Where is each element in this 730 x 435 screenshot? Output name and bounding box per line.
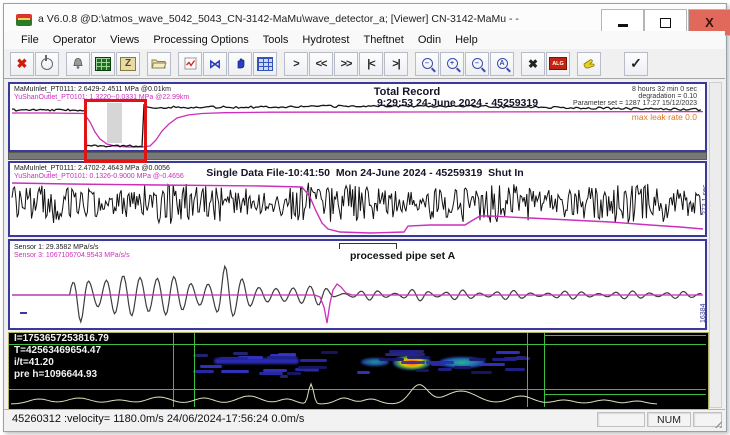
step-forward-button[interactable]: >: [284, 52, 308, 76]
menu-help[interactable]: Help: [448, 34, 485, 46]
point-select-button[interactable]: [577, 52, 601, 76]
spreadsheet-button[interactable]: [91, 52, 115, 76]
expand-button[interactable]: ✖: [521, 52, 545, 76]
first-record-button[interactable]: |<: [359, 52, 383, 76]
pointer-button[interactable]: [228, 52, 252, 76]
zoom-in-icon: +: [447, 58, 458, 69]
p1-series1-label: MaMuInlet_PT0111: 2.6429-2.4511 MPa @0.0…: [14, 86, 171, 94]
table-view-button[interactable]: [253, 52, 277, 76]
pipe-set-annotation: processed pipe set A: [350, 250, 455, 262]
p2-right-axis-label: 273.1 sec: [702, 185, 709, 215]
num-lock-indicator: NUM: [647, 412, 691, 427]
zone-button[interactable]: Z: [116, 52, 140, 76]
zoom-out-button[interactable]: –: [415, 52, 439, 76]
last-record-button[interactable]: >|: [384, 52, 408, 76]
p1-duration: 8 hours 32 min 0 sec: [632, 86, 697, 93]
fast-forward-button[interactable]: >>: [334, 52, 358, 76]
noise-trace: [12, 183, 702, 224]
sensor1-trace: [12, 266, 702, 322]
open-file-button[interactable]: [147, 52, 171, 76]
step-forward-icon: >: [293, 58, 298, 70]
menu-theftnet[interactable]: Theftnet: [356, 34, 410, 46]
p4-value-preh: pre h=1096644.93: [14, 369, 97, 381]
p3-series2-label: Sensor 3: 1067106704.9543 MPa/s/s: [14, 252, 130, 260]
cursor-tick: [20, 312, 27, 314]
zoom-reset-icon: –: [472, 58, 483, 69]
outlet-trace: [12, 183, 703, 233]
window-title: a V6.0.8 @D:\atmos_wave_5042_5043_CN-314…: [38, 13, 519, 25]
algorithm-button[interactable]: ALG: [546, 52, 570, 76]
minimize-icon: [618, 24, 628, 26]
p2-series1-label: MaMuInlet_PT0111: 2.4702-2.4643 MPa @0.0…: [14, 165, 170, 173]
status-cell-empty: [597, 412, 645, 427]
zoom-auto-icon: A: [497, 58, 508, 69]
expand-icon: ✖: [528, 57, 538, 71]
menu-tools[interactable]: Tools: [256, 34, 296, 46]
sensor3-trace: [12, 284, 703, 323]
abort-button[interactable]: ✖: [10, 52, 34, 76]
zoom-reset-button[interactable]: –: [465, 52, 489, 76]
zoom-out-icon: –: [422, 58, 433, 69]
rewind-button[interactable]: <<: [309, 52, 333, 76]
correlation-trace-chart: [9, 333, 706, 407]
vertical-scrollbar[interactable]: [709, 82, 722, 408]
p1-parameter-set: Parameter set = 1287 17:27 15/12/2023: [573, 100, 697, 107]
toolbar: ✖ Z ⋈ > << >> |< >| – + – A ✖ ALG ✓: [4, 49, 725, 79]
p2-series2-label: YuShanOutlet_PT0101: 0.1326-0.9000 MPa @…: [14, 173, 184, 181]
table-icon: [257, 57, 273, 71]
report-button[interactable]: [178, 52, 202, 76]
rewind-icon: <<: [316, 58, 327, 70]
menu-processing-options[interactable]: Processing Options: [146, 34, 255, 46]
first-record-icon: |<: [367, 58, 375, 70]
event-highlight-box: [84, 99, 147, 163]
app-icon: [16, 14, 32, 26]
menu-file[interactable]: File: [14, 34, 46, 46]
menu-bar: File Operator Views Processing Options T…: [4, 31, 725, 49]
pipe-set-bracket: [339, 243, 397, 249]
check-icon: ✓: [630, 55, 642, 72]
p4-value-i: I=1753657253816.79: [14, 333, 109, 345]
yellow-hand-icon: [582, 57, 596, 70]
close-icon: X: [705, 15, 714, 30]
z-icon: Z: [120, 57, 136, 71]
p1-subtitle: 9:29:53 24-June 2024 - 45259319: [355, 97, 560, 109]
p2-title: Single Data File-10:41:50 Mon 24-June 20…: [170, 167, 560, 179]
menu-hydrotest[interactable]: Hydrotest: [295, 34, 356, 46]
p3-series1-label: Sensor 1: 29.3582 MPa/s/s: [14, 244, 98, 252]
menu-views[interactable]: Views: [103, 34, 146, 46]
screenshot-root: a V6.0.8 @D:\atmos_wave_5042_5043_CN-314…: [0, 0, 730, 435]
menu-operator[interactable]: Operator: [46, 34, 103, 46]
p3-right-axis-label: 16384: [700, 304, 707, 323]
status-text: 45260312 :velocity= 1180.0m/s 24/06/2024…: [12, 413, 304, 425]
alg-icon: ALG: [549, 57, 567, 70]
hand-icon: [234, 57, 247, 70]
menu-odin[interactable]: Odin: [411, 34, 448, 46]
zoom-auto-button[interactable]: A: [490, 52, 514, 76]
power-button[interactable]: [35, 52, 59, 76]
folder-icon: [151, 57, 167, 70]
single-data-file-panel[interactable]: MaMuInlet_PT0111: 2.4702-2.4643 MPa @0.0…: [8, 161, 707, 237]
abort-x-icon: ✖: [17, 56, 28, 72]
p1-max-leak-rate: max leak rate 0.0: [632, 114, 697, 121]
report-icon: [184, 57, 197, 70]
spectrogram-panel[interactable]: I=1753657253816.79 T=42563469654.47 i/t=…: [8, 332, 709, 410]
alarm-button[interactable]: [66, 52, 90, 76]
title-bar[interactable]: a V6.0.8 @D:\atmos_wave_5042_5043_CN-314…: [4, 4, 725, 32]
maximize-icon: [660, 18, 671, 28]
power-icon: [41, 58, 53, 70]
sensor-panel[interactable]: Sensor 1: 29.3582 MPa/s/s Sensor 3: 1067…: [8, 239, 707, 330]
green-grid-icon: [95, 57, 111, 71]
last-record-icon: >|: [392, 58, 400, 70]
p1-degradation: degradation = 0.10: [638, 93, 697, 100]
bowtie-icon: ⋈: [209, 57, 221, 71]
confirm-button[interactable]: ✓: [624, 52, 648, 76]
wave-compare-button[interactable]: ⋈: [203, 52, 227, 76]
bell-icon: [71, 57, 85, 71]
p4-value-t: T=42563469654.47: [14, 345, 101, 357]
zoom-in-button[interactable]: +: [440, 52, 464, 76]
p4-value-it: i/t=41.20: [14, 357, 54, 369]
correlation-trace: [11, 384, 657, 404]
fast-forward-icon: >>: [341, 58, 352, 70]
